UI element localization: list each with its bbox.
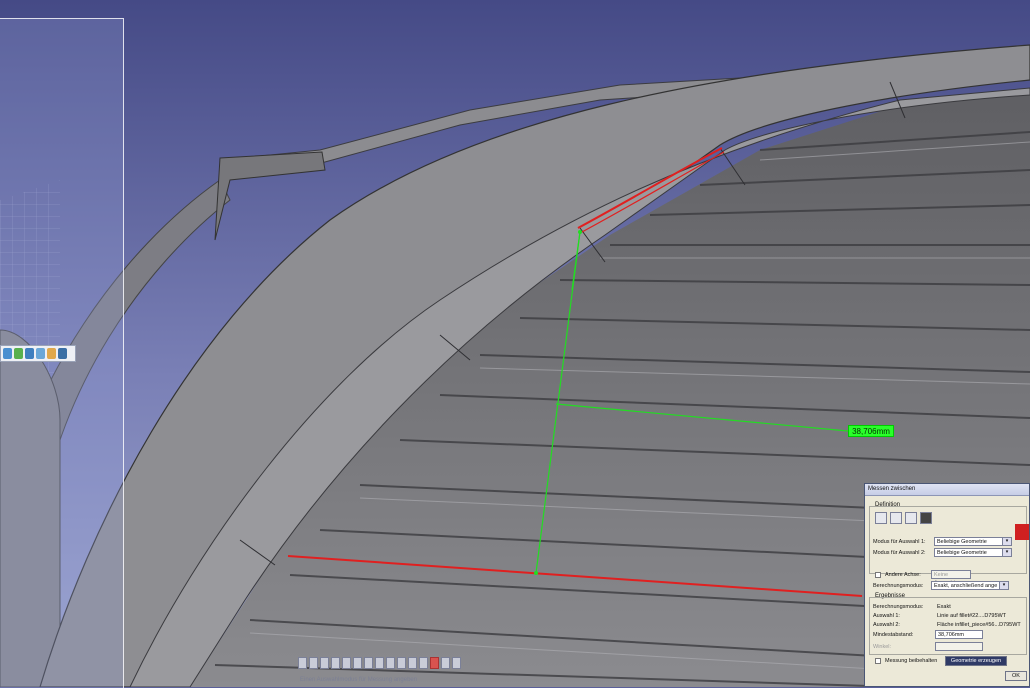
create-geometry-button[interactable]: Geometrie erzeugen	[945, 656, 1007, 666]
result-sel1-label: Auswahl 1:	[873, 613, 900, 619]
other-axis-checkbox[interactable]	[875, 572, 881, 578]
customize-icon[interactable]	[920, 512, 932, 524]
zoom-in-icon[interactable]	[353, 657, 362, 669]
keep-measure-checkbox[interactable]	[875, 658, 881, 664]
calc-mode-select[interactable]: Exakt, anschließend ange ▾	[931, 581, 1009, 590]
mode2-label: Modus für Auswahl 2:	[873, 550, 926, 556]
hide-show-icon[interactable]	[408, 657, 417, 669]
min-distance-field[interactable]: 38,706mm	[935, 630, 983, 639]
measure-between-dialog: Messen zwischen Definition Modus für Aus…	[864, 483, 1030, 687]
calc-mode-label: Berechnungsmodus:	[873, 583, 924, 589]
result-sel1-value: Linie auf fillet#22....D795WT	[937, 613, 1007, 619]
measure-fan-mode-icon[interactable]	[905, 512, 917, 524]
edges-icon[interactable]	[25, 348, 34, 359]
distance-readout: 38,706mm	[848, 425, 894, 437]
status-line: Einen Auswahlmodus für Messung angeben	[300, 677, 418, 683]
measure-inertia-icon[interactable]	[452, 657, 461, 669]
min-distance-label: Mindestabstand:	[873, 632, 914, 638]
rotate-icon[interactable]	[58, 348, 67, 359]
mode2-select[interactable]: Beliebige Geometrie ▾	[934, 548, 1012, 557]
fit-all-icon[interactable]	[36, 348, 45, 359]
mode1-select[interactable]: Beliebige Geometrie ▾	[934, 537, 1012, 546]
view-toolbar	[0, 345, 76, 362]
angle-field[interactable]	[935, 642, 983, 651]
hidden-line-icon[interactable]	[14, 348, 23, 359]
measure-between-mode-icon[interactable]	[875, 512, 887, 524]
measure-item-icon[interactable]	[441, 657, 450, 669]
pan-icon[interactable]	[47, 348, 56, 359]
views-icon[interactable]	[386, 657, 395, 669]
other-axis-label: Andere Achse:	[885, 572, 921, 578]
keep-measure-label: Messung beibehalten	[885, 658, 938, 664]
other-axis-field[interactable]: Keine Auswahl	[931, 570, 971, 586]
render-style-icon[interactable]	[397, 657, 406, 669]
angle-label: Winkel:	[873, 644, 892, 650]
pan-icon[interactable]	[331, 657, 340, 669]
measure-between-icon[interactable]	[430, 657, 439, 669]
result-calc-value: Exakt	[937, 604, 951, 610]
rotate-icon[interactable]	[342, 657, 351, 669]
result-calc-label: Berechnungsmodus:	[873, 604, 924, 610]
dialog-title: Messen zwischen	[865, 484, 1029, 496]
fit-all-icon[interactable]	[320, 657, 329, 669]
select-icon[interactable]	[298, 657, 307, 669]
result-sel2-value: Fläche infillet_piece#56...D795WT	[937, 622, 1021, 628]
measure-chain-mode-icon[interactable]	[890, 512, 902, 524]
measure-cube-icon	[1015, 524, 1029, 540]
zoom-out-icon[interactable]	[364, 657, 373, 669]
normal-view-icon[interactable]	[375, 657, 384, 669]
mode1-label: Modus für Auswahl 1:	[873, 539, 926, 545]
fly-mode-icon[interactable]	[309, 657, 318, 669]
result-sel2-label: Auswahl 2:	[873, 622, 900, 628]
ok-button[interactable]: OK	[1005, 671, 1027, 681]
swap-space-icon[interactable]	[419, 657, 428, 669]
shading-icon[interactable]	[3, 348, 12, 359]
bottom-toolbar	[298, 654, 584, 672]
